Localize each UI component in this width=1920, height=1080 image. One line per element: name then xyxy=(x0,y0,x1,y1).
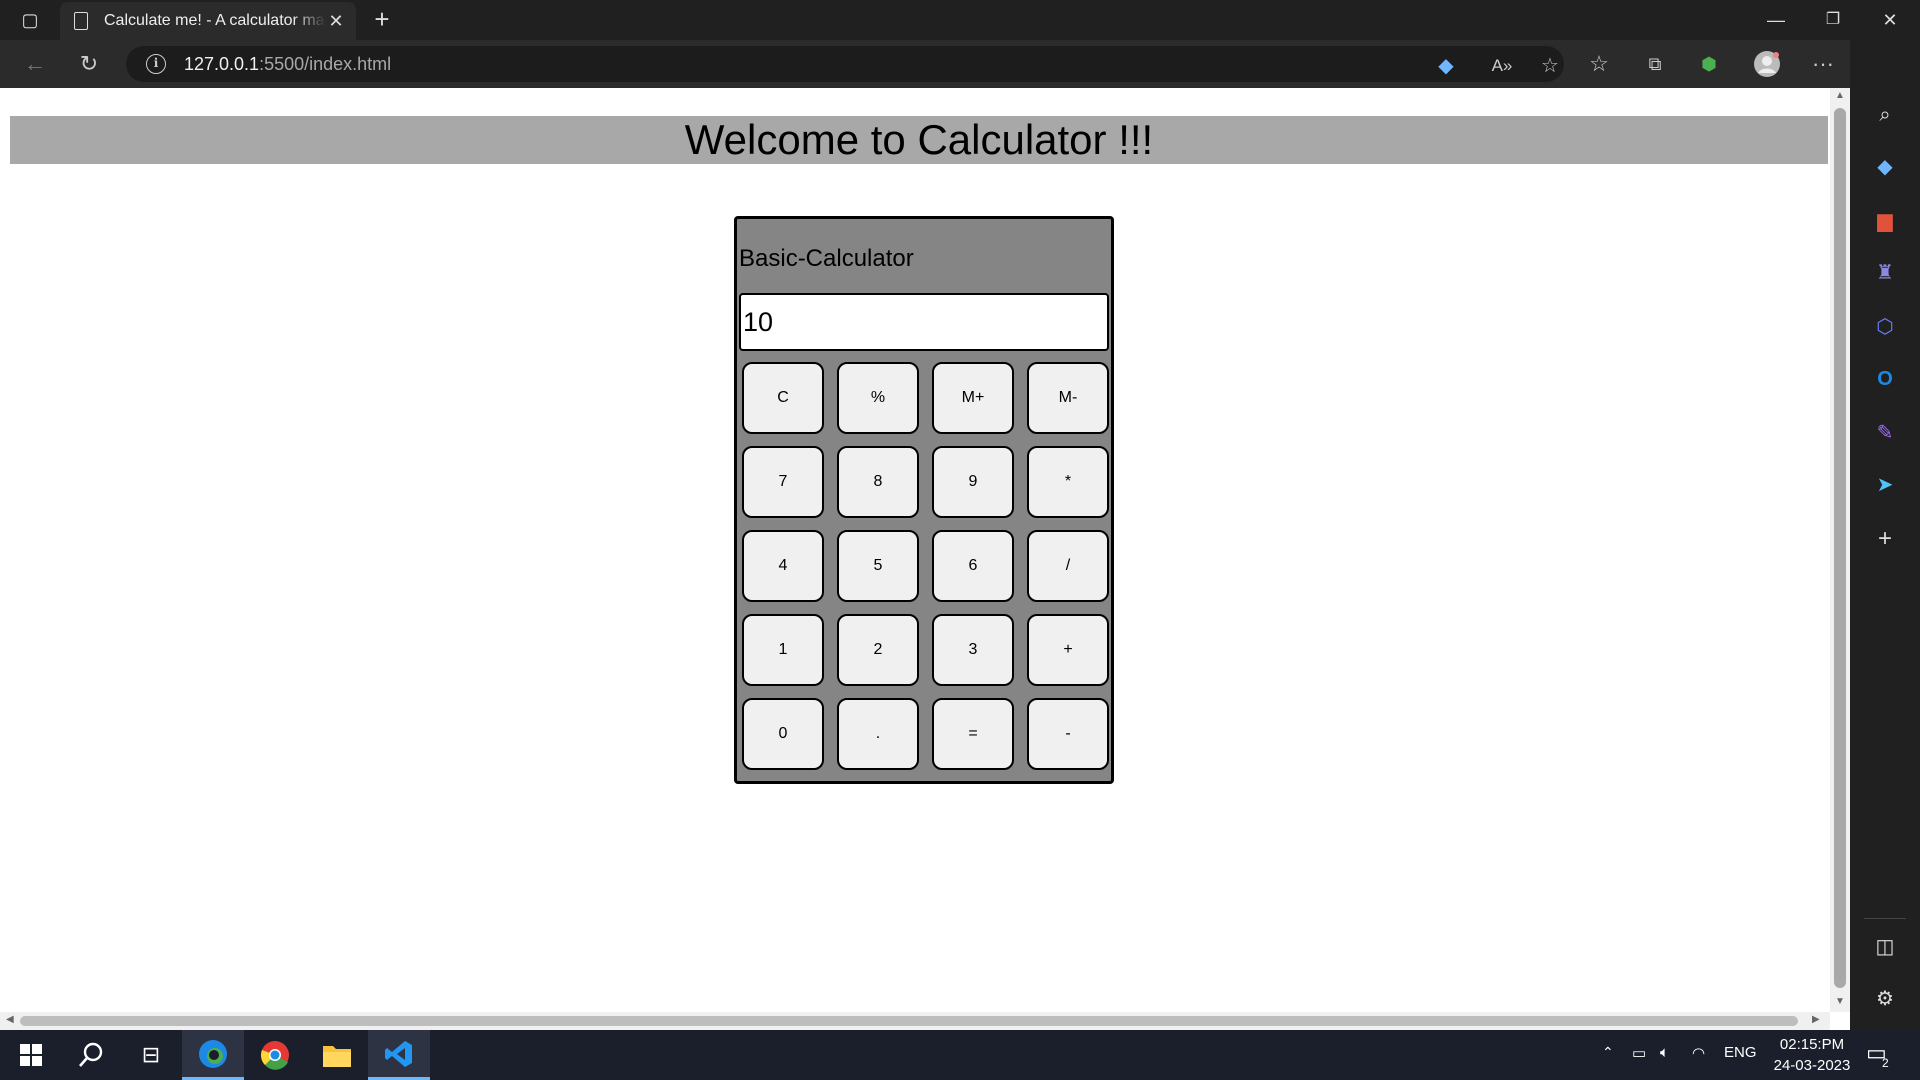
minimize-button[interactable]: — xyxy=(1756,6,1796,34)
task-view-icon[interactable]: ⊟ xyxy=(120,1030,182,1080)
drop-icon[interactable]: ➤ xyxy=(1870,470,1900,500)
address-bar[interactable]: i 127.0.0.1:5500/index.html ◆ A» ☆ xyxy=(126,46,1564,82)
wifi-icon[interactable]: ◠ xyxy=(1692,1044,1705,1062)
site-info-icon[interactable]: i xyxy=(146,54,166,74)
profile-avatar[interactable] xyxy=(1752,50,1782,78)
key-9[interactable]: 9 xyxy=(932,446,1014,518)
sidebar-divider xyxy=(1864,918,1906,919)
search-icon[interactable] xyxy=(60,1030,122,1080)
battery-icon[interactable]: ▭ xyxy=(1632,1044,1646,1062)
add-favorite-icon[interactable]: ☆ xyxy=(1536,52,1564,80)
designer-icon[interactable]: ✎ xyxy=(1870,418,1900,448)
clock[interactable]: 02:15:PM 24-03-2023 xyxy=(1762,1034,1862,1076)
more-options-icon[interactable]: ··· xyxy=(1808,50,1838,78)
windows-start-icon[interactable] xyxy=(0,1030,62,1080)
shopping-icon[interactable]: ◆ xyxy=(1870,152,1900,182)
file-explorer-icon[interactable] xyxy=(306,1030,368,1080)
key-0[interactable]: 0 xyxy=(742,698,824,770)
browser-essentials-icon[interactable]: ⬢ xyxy=(1694,50,1724,78)
key-2[interactable]: 2 xyxy=(837,614,919,686)
games-icon[interactable]: ♜ xyxy=(1870,258,1900,288)
coupon-tag-icon[interactable]: ◆ xyxy=(1432,52,1460,80)
outlook-icon[interactable]: O xyxy=(1870,364,1900,394)
edge-taskbar-icon[interactable] xyxy=(182,1030,244,1080)
key-divide[interactable]: / xyxy=(1027,530,1109,602)
close-window-button[interactable]: ✕ xyxy=(1870,6,1910,34)
tools-icon[interactable]: ▆ xyxy=(1870,206,1900,236)
close-tab-icon[interactable]: ✕ xyxy=(326,11,346,32)
new-tab-button[interactable]: + xyxy=(368,5,396,33)
favorites-icon[interactable]: ☆ xyxy=(1584,50,1614,78)
search-icon[interactable]: ⌕ xyxy=(1870,100,1900,130)
page-icon xyxy=(74,12,88,30)
scroll-right-icon[interactable]: ▶ xyxy=(1812,1014,1820,1025)
key-memory-plus[interactable]: M+ xyxy=(932,362,1014,434)
page-title: Welcome to Calculator !!! xyxy=(10,116,1828,164)
hide-sidebar-icon[interactable]: ◫ xyxy=(1870,932,1900,962)
collections-icon[interactable]: ⧉ xyxy=(1640,50,1670,78)
vscode-icon[interactable] xyxy=(368,1030,430,1080)
scroll-down-icon[interactable]: ▼ xyxy=(1835,996,1845,1007)
page-viewport: Welcome to Calculator !!! Basic-Calculat… xyxy=(0,88,1830,1012)
chrome-icon[interactable] xyxy=(244,1030,306,1080)
key-1[interactable]: 1 xyxy=(742,614,824,686)
read-aloud-icon[interactable]: A» xyxy=(1488,52,1516,80)
refresh-icon[interactable]: ↻ xyxy=(74,50,104,78)
key-equals[interactable]: = xyxy=(932,698,1014,770)
horizontal-scroll-thumb[interactable] xyxy=(20,1016,1798,1026)
restore-button[interactable]: ❐ xyxy=(1813,6,1853,34)
browser-sidebar: ⌕ ◆ ▆ ♜ ⬡ O ✎ ➤ + ◫ ⚙ xyxy=(1850,40,1920,1030)
key-7[interactable]: 7 xyxy=(742,446,824,518)
keypad: C% M+ M- 7 8 9 * 4 5 6/ 1 2 3 +0. = - xyxy=(742,362,1109,770)
key-memory-minus[interactable]: M- xyxy=(1027,362,1109,434)
language-indicator[interactable]: ENG xyxy=(1724,1044,1757,1061)
key-8[interactable]: 8 xyxy=(837,446,919,518)
browser-toolbar: ← ↻ i 127.0.0.1:5500/index.html ◆ A» ☆ ☆… xyxy=(0,40,1920,88)
calculator-display[interactable]: 10 xyxy=(739,293,1109,351)
key-4[interactable]: 4 xyxy=(742,530,824,602)
browser-tab[interactable]: Calculate me! - A calculator made ✕ xyxy=(60,2,356,40)
calculator: Basic-Calculator 10 C% M+ M- 7 8 9 * 4 5 6/ 1 2 3 +0.… xyxy=(734,216,1114,784)
back-icon[interactable]: ← xyxy=(20,50,50,78)
key-clear[interactable]: C xyxy=(742,362,824,434)
volume-icon[interactable]: 🔈︎ xyxy=(1660,1044,1669,1061)
tab-title: Calculate me! - A calculator made xyxy=(104,12,326,29)
key-percent[interactable]: % xyxy=(837,362,919,434)
horizontal-scrollbar[interactable]: ◀ ▶ xyxy=(0,1012,1830,1030)
key-subtract[interactable]: - xyxy=(1027,698,1109,770)
key-6[interactable]: 6 xyxy=(932,530,1014,602)
tab-actions-icon[interactable]: ▢ xyxy=(18,9,42,31)
key-multiply[interactable]: * xyxy=(1027,446,1109,518)
browser-title-bar: ▢ Calculate me! - A calculator made ✕ + … xyxy=(0,0,1920,40)
url-path: :5500/index.html xyxy=(259,53,392,74)
clock-date: 24-03-2023 xyxy=(1773,1057,1851,1074)
scroll-left-icon[interactable]: ◀ xyxy=(6,1014,14,1025)
key-add[interactable]: + xyxy=(1027,614,1109,686)
key-decimal[interactable]: . xyxy=(837,698,919,770)
taskbar: ⊟ ⌃ ▭ 🔈︎ ◠ ENG 02:15:PM 24-03-2023 ▭ 2 xyxy=(0,1030,1920,1080)
vertical-scroll-thumb[interactable] xyxy=(1834,108,1846,988)
key-5[interactable]: 5 xyxy=(837,530,919,602)
vertical-scrollbar[interactable]: ▲ ▼ xyxy=(1830,88,1850,1012)
settings-gear-icon[interactable]: ⚙ xyxy=(1870,984,1900,1014)
clock-time: 02:15:PM xyxy=(1779,1036,1845,1053)
notification-count: 2 xyxy=(1882,1056,1889,1070)
show-hidden-icons-icon[interactable]: ⌃ xyxy=(1602,1044,1614,1061)
key-3[interactable]: 3 xyxy=(932,614,1014,686)
calculator-name: Basic-Calculator xyxy=(739,245,914,272)
scroll-up-icon[interactable]: ▲ xyxy=(1835,90,1845,101)
microsoft-365-icon[interactable]: ⬡ xyxy=(1870,312,1900,342)
add-sidebar-app-icon[interactable]: + xyxy=(1870,524,1900,554)
url-host: 127.0.0.1 xyxy=(184,53,260,74)
